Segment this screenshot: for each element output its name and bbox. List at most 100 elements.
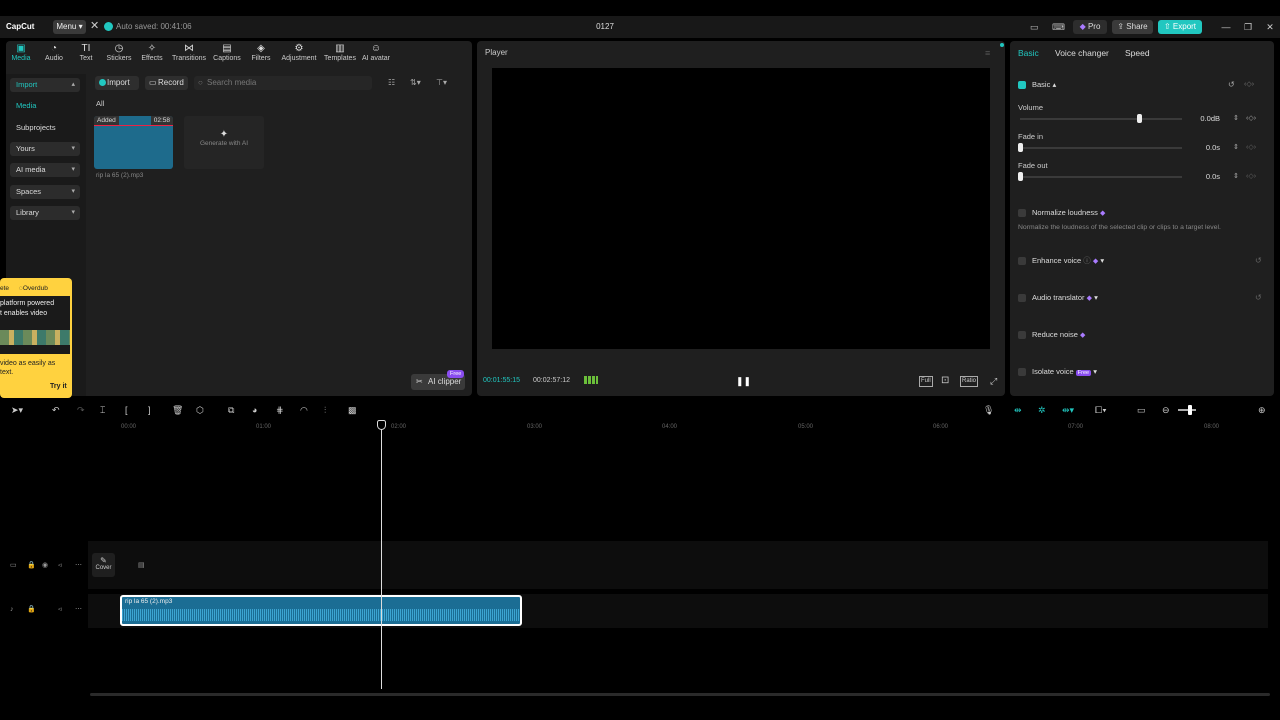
tab-effects[interactable]: ✧ Effects (135, 43, 169, 62)
keyframe-icon[interactable]: ‹◇› (1246, 172, 1256, 182)
tab-audio[interactable]: ◔ Audio (37, 43, 71, 62)
reset-icon[interactable]: ↺ (1228, 80, 1235, 90)
sidebar-item-subprojects[interactable]: Subprojects (10, 121, 80, 135)
sidebar-item-library[interactable]: Library ▾ (10, 206, 80, 220)
pause-button[interactable]: ❚❚ (736, 375, 751, 387)
more-icon[interactable]: ⋯ (75, 605, 82, 615)
tab-filters[interactable]: ◈ Filters (244, 43, 278, 62)
tab-basic[interactable]: Basic (1018, 47, 1039, 59)
sort-icon[interactable]: ⇅▾ (410, 76, 421, 90)
generate-with-ai-card[interactable]: ✦ Generate with AI (184, 116, 264, 169)
full-button[interactable]: Full (919, 376, 933, 387)
caption-icon[interactable]: ▭ (1137, 404, 1146, 416)
tab-stickers[interactable]: ◷ Stickers (102, 43, 136, 62)
import-button[interactable]: Import (95, 76, 139, 90)
window-close-icon[interactable]: ✕ (1263, 20, 1277, 34)
marker-icon[interactable]: ⬡ (196, 404, 204, 416)
stepper-icon[interactable]: ⇕ (1233, 172, 1239, 182)
ai-effect-icon[interactable]: ◕ (252, 404, 257, 416)
isolate-voice-checkbox[interactable] (1018, 368, 1026, 376)
more-icon[interactable]: ⋯ (75, 561, 82, 571)
stepper-icon[interactable]: ⇕ (1233, 143, 1239, 153)
restore-icon[interactable]: ❐ (1241, 20, 1255, 34)
speed-icon[interactable]: ◠ (300, 404, 308, 416)
volume-slider[interactable] (1020, 118, 1182, 120)
audio-wave-icon[interactable]: ⫶ (324, 404, 326, 416)
filter-icon[interactable]: ⊤▾ (436, 76, 447, 90)
auto-snap-icon[interactable]: ✲ (1038, 404, 1046, 416)
promo-tab-overdub[interactable]: ◌Overdub (19, 285, 48, 292)
image-icon[interactable]: ▩ (348, 404, 357, 416)
preview-axis-icon[interactable]: ⧠▾ (1095, 404, 1107, 416)
close-project-icon[interactable]: ✕ (90, 19, 100, 33)
main-video-track[interactable] (88, 541, 1268, 589)
share-button[interactable]: ⇪ Share (1112, 20, 1153, 34)
freeze-icon[interactable]: ⋕ (276, 404, 284, 416)
enhance-voice-title[interactable]: Enhance voice ⓘ ◆ ▾ (1032, 256, 1104, 267)
redo-icon[interactable]: ↷ (77, 404, 85, 416)
playhead-line[interactable] (381, 423, 382, 689)
timeline-horizontal-scrollbar[interactable] (90, 693, 1270, 696)
fade-in-value[interactable]: 0.0s (1192, 143, 1220, 153)
sidebar-item-import[interactable]: Import ▴ (10, 78, 80, 92)
stepper-icon[interactable]: ⇕ (1233, 114, 1239, 124)
filter-all-tab[interactable]: All (96, 99, 104, 109)
reset-icon[interactable]: ↺ (1255, 256, 1262, 266)
zoom-slider[interactable] (1178, 409, 1196, 411)
tab-templates[interactable]: ▥ Templates (321, 43, 359, 62)
split-right-icon[interactable]: ] (148, 404, 151, 416)
reset-icon[interactable]: ↺ (1255, 293, 1262, 303)
player-canvas[interactable] (492, 68, 990, 349)
minimize-icon[interactable]: — (1219, 20, 1233, 34)
audio-translator-title[interactable]: Audio translator ◆ ▾ (1032, 293, 1098, 304)
sidebar-item-media[interactable]: Media (10, 99, 80, 113)
split-left-icon[interactable]: [ (125, 404, 128, 416)
audio-clip[interactable]: rip la 65 (2).mp3 (120, 595, 522, 626)
project-name[interactable]: 0127 (590, 20, 620, 34)
main-track-magnet-icon[interactable]: ⇹ (1014, 404, 1022, 416)
keyboard-icon[interactable]: ⌨ (1052, 20, 1065, 34)
lock-icon[interactable]: 🔒 (27, 561, 36, 571)
keyframe-nav-icon[interactable]: ‹◇› (1244, 80, 1254, 90)
grid-view-icon[interactable]: ☷ (388, 76, 395, 90)
promo-try-it-link[interactable]: Try it (50, 383, 67, 390)
search-input[interactable]: ○ Search media (194, 76, 372, 90)
tab-captions[interactable]: ▤ Captions (210, 43, 244, 62)
promo-tab-1[interactable]: ete (0, 285, 9, 292)
audio-translator-checkbox[interactable] (1018, 294, 1026, 302)
mute-icon[interactable]: ◃ (58, 561, 62, 571)
fade-out-slider-knob[interactable] (1018, 172, 1023, 181)
sidebar-item-spaces[interactable]: Spaces ▾ (10, 185, 80, 199)
sidebar-item-yours[interactable]: Yours ▾ (10, 142, 80, 156)
lock-icon[interactable]: 🔒 (27, 605, 36, 615)
tab-speed[interactable]: Speed (1125, 47, 1150, 59)
delete-icon[interactable]: 🗑 (172, 404, 183, 416)
linkage-icon[interactable]: ⇹▾ (1062, 404, 1074, 416)
fade-out-value[interactable]: 0.0s (1192, 172, 1220, 182)
keyframe-icon[interactable]: ‹◇› (1246, 143, 1256, 153)
snapshot-icon[interactable]: ⊡ (941, 375, 949, 387)
zoom-slider-knob[interactable] (1188, 405, 1192, 415)
player-menu-icon[interactable]: ≡ (985, 47, 990, 59)
menu-button[interactable]: Menu ▾ (53, 20, 86, 34)
keyframe-icon[interactable]: ‹◇› (1246, 114, 1256, 124)
cover-button[interactable]: ✎ Cover (92, 553, 115, 577)
microphone-icon[interactable]: 🎙 (983, 404, 994, 416)
tab-media[interactable]: ▣ Media (4, 43, 38, 62)
record-button[interactable]: ▭ Record (145, 76, 188, 90)
mute-icon[interactable]: ◃ (58, 605, 62, 615)
export-button[interactable]: ⇧ Export (1158, 20, 1202, 34)
pro-button[interactable]: ◆ Pro (1073, 20, 1107, 34)
reduce-noise-checkbox[interactable] (1018, 331, 1026, 339)
playhead-handle[interactable] (377, 420, 386, 430)
tab-adjustment[interactable]: ⚙ Adjustment (279, 43, 319, 62)
layout-icon[interactable]: ▭ (1030, 20, 1039, 34)
undo-icon[interactable]: ↶ (52, 404, 60, 416)
select-tool-icon[interactable]: ➤▾ (11, 404, 23, 416)
eye-icon[interactable]: ◉ (42, 561, 48, 571)
zoom-in-icon[interactable]: ⊕ (1258, 404, 1266, 416)
fade-in-slider[interactable] (1020, 147, 1182, 149)
tab-ai-avatar[interactable]: ☺ AI avatar (359, 43, 393, 62)
enhance-voice-checkbox[interactable] (1018, 257, 1026, 265)
split-icon[interactable]: ⌶ (100, 404, 105, 416)
